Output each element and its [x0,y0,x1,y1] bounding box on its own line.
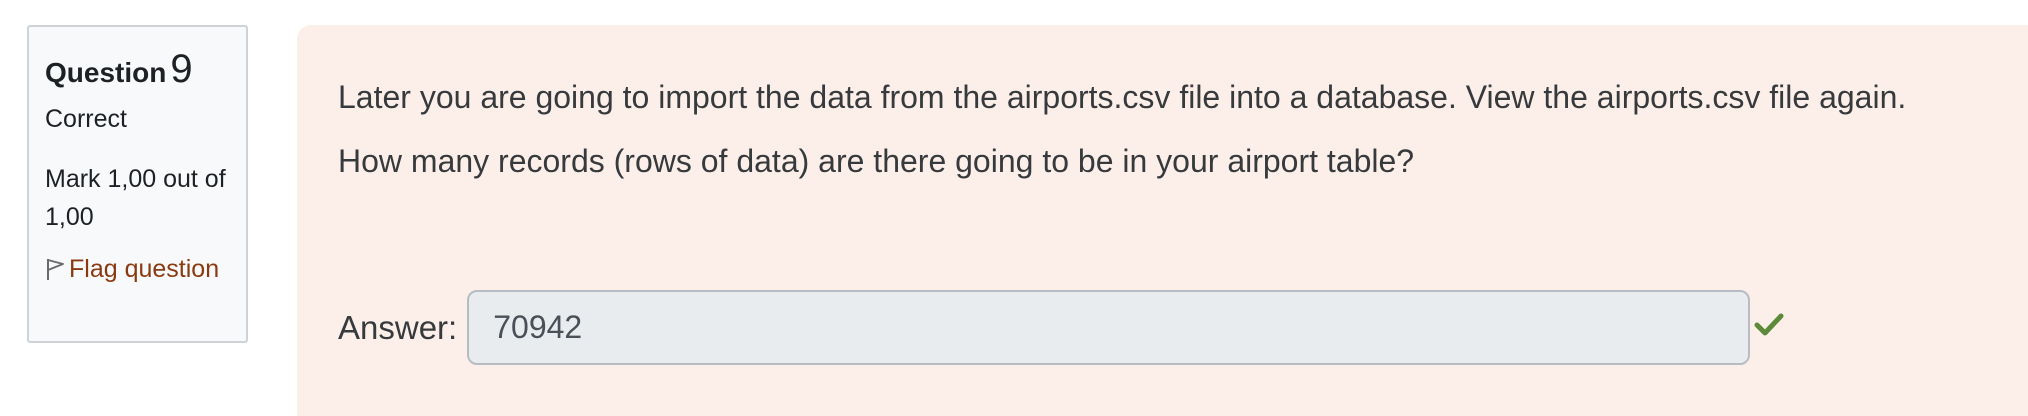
question-number-heading: Question 9 [45,49,230,93]
question-number: 9 [170,47,193,91]
answer-row: Answer: [338,290,1784,365]
question-grade: Mark 1,00 out of 1,00 [45,165,226,231]
question-text-line-2: How many records (rows of data) are ther… [338,143,1415,179]
question-text-line-1: Later you are going to import the data f… [338,79,1907,115]
answer-input[interactable] [467,290,1751,365]
question-text: Later you are going to import the data f… [338,65,1906,193]
answer-label: Answer: [338,308,458,346]
flag-question-link[interactable]: Flag question [45,250,230,292]
check-icon [1754,312,1784,343]
question-info-panel: Question 9 Correct Mark 1,00 out of 1,00 … [27,25,248,343]
question-label: Question [45,57,167,88]
question-content: Later you are going to import the data f… [297,25,2028,416]
flag-question-label: Flag question [69,255,220,283]
flag-icon [45,254,65,292]
question-state: Correct [45,105,127,133]
